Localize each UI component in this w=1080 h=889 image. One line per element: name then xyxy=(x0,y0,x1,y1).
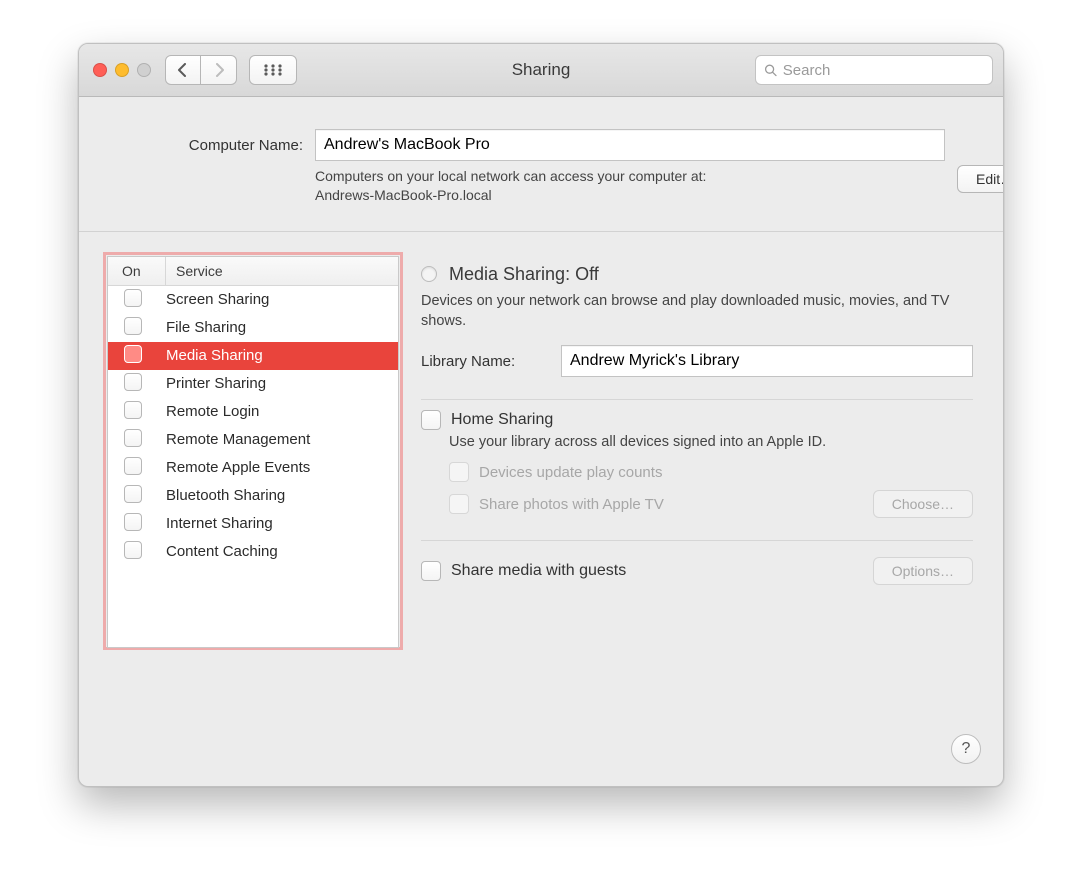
home-sharing-section: Home Sharing Use your library across all… xyxy=(421,400,973,541)
titlebar: Sharing xyxy=(79,44,1003,97)
chevron-right-icon xyxy=(213,63,225,77)
grid-icon xyxy=(263,63,283,77)
service-row[interactable]: Internet Sharing xyxy=(108,510,398,538)
share-photos-checkbox: Share photos with Apple TV xyxy=(449,494,664,514)
help-icon: ? xyxy=(962,740,971,758)
computer-name-label: Computer Name: xyxy=(107,137,303,154)
share-guests-checkbox[interactable]: Share media with guests xyxy=(421,561,626,581)
nav-forward-button xyxy=(201,55,237,85)
status-description: Devices on your network can browse and p… xyxy=(421,291,973,332)
guest-options-button: Options… xyxy=(873,557,973,585)
service-label: Remote Management xyxy=(166,431,398,448)
library-name-field[interactable] xyxy=(561,345,973,377)
service-on-checkbox[interactable] xyxy=(124,345,142,363)
show-all-button[interactable] xyxy=(249,55,297,85)
computer-name-subtext: Computers on your local network can acce… xyxy=(315,167,945,205)
help-button[interactable]: ? xyxy=(951,734,981,764)
service-row[interactable]: Content Caching xyxy=(108,538,398,566)
nav-buttons xyxy=(165,55,237,85)
service-label: Remote Apple Events xyxy=(166,459,398,476)
search-icon xyxy=(764,63,777,77)
search-input[interactable] xyxy=(783,62,984,79)
service-on-checkbox[interactable] xyxy=(124,485,142,503)
service-on-checkbox[interactable] xyxy=(124,373,142,391)
home-sharing-label: Home Sharing xyxy=(451,411,553,429)
window-close-button[interactable] xyxy=(93,63,107,77)
service-row[interactable]: Remote Login xyxy=(108,398,398,426)
devices-update-checkbox: Devices update play counts xyxy=(449,462,973,482)
service-on-checkbox[interactable] xyxy=(124,541,142,559)
chevron-left-icon xyxy=(177,63,189,77)
service-on-checkbox[interactable] xyxy=(124,429,142,447)
services-col-on[interactable]: On xyxy=(108,257,166,285)
share-photos-label: Share photos with Apple TV xyxy=(479,496,664,513)
service-label: Internet Sharing xyxy=(166,515,398,532)
window-minimize-button[interactable] xyxy=(115,63,129,77)
library-name-label: Library Name: xyxy=(421,353,551,370)
services-header: On Service xyxy=(108,257,398,286)
service-on-checkbox[interactable] xyxy=(124,457,142,475)
service-label: Remote Login xyxy=(166,403,398,420)
nav-back-button[interactable] xyxy=(165,55,201,85)
service-detail-pane: Media Sharing: Off Devices on your netwo… xyxy=(403,252,983,766)
service-row[interactable]: Remote Apple Events xyxy=(108,454,398,482)
service-label: File Sharing xyxy=(166,319,398,336)
services-col-service[interactable]: Service xyxy=(166,257,398,285)
choose-photos-button: Choose… xyxy=(873,490,973,518)
status-indicator-icon xyxy=(421,266,437,282)
services-list: Screen Sharing File Sharing Media Sharing P… xyxy=(108,286,398,647)
home-sharing-description: Use your library across all devices sign… xyxy=(449,434,973,450)
service-on-checkbox[interactable] xyxy=(124,401,142,419)
computer-name-section: Computer Name: Computers on your local n… xyxy=(79,97,1003,232)
home-sharing-checkbox[interactable]: Home Sharing xyxy=(421,410,973,430)
sharing-prefpane-window: Sharing Computer Name: Computers on your… xyxy=(78,43,1004,787)
services-highlight: On Service Screen Sharing File Sharing Med… xyxy=(103,252,403,650)
service-on-checkbox[interactable] xyxy=(124,289,142,307)
service-label: Content Caching xyxy=(166,543,398,560)
share-guests-label: Share media with guests xyxy=(451,562,626,580)
main-area: On Service Screen Sharing File Sharing Med… xyxy=(79,232,1003,786)
services-table: On Service Screen Sharing File Sharing Med… xyxy=(107,256,399,648)
service-row[interactable]: Bluetooth Sharing xyxy=(108,482,398,510)
service-row[interactable]: Printer Sharing xyxy=(108,370,398,398)
service-on-checkbox[interactable] xyxy=(124,513,142,531)
detail-status-section: Media Sharing: Off Devices on your netwo… xyxy=(421,252,973,401)
status-line: Media Sharing: Off xyxy=(421,264,973,285)
service-row[interactable]: Remote Management xyxy=(108,426,398,454)
service-label: Screen Sharing xyxy=(166,291,398,308)
service-label: Media Sharing xyxy=(166,347,398,364)
service-label: Bluetooth Sharing xyxy=(166,487,398,504)
search-field[interactable] xyxy=(755,55,993,85)
window-controls xyxy=(93,63,151,77)
share-guests-section: Share media with guests Options… xyxy=(421,541,973,607)
service-row[interactable]: Screen Sharing xyxy=(108,286,398,314)
status-title: Media Sharing: Off xyxy=(449,264,599,285)
service-label: Printer Sharing xyxy=(166,375,398,392)
service-on-checkbox[interactable] xyxy=(124,317,142,335)
service-row[interactable]: Media Sharing xyxy=(108,342,398,370)
computer-name-field[interactable] xyxy=(315,129,945,161)
edit-hostname-button[interactable]: Edit… xyxy=(957,165,1004,193)
window-zoom-button xyxy=(137,63,151,77)
devices-update-label: Devices update play counts xyxy=(479,464,662,481)
service-row[interactable]: File Sharing xyxy=(108,314,398,342)
